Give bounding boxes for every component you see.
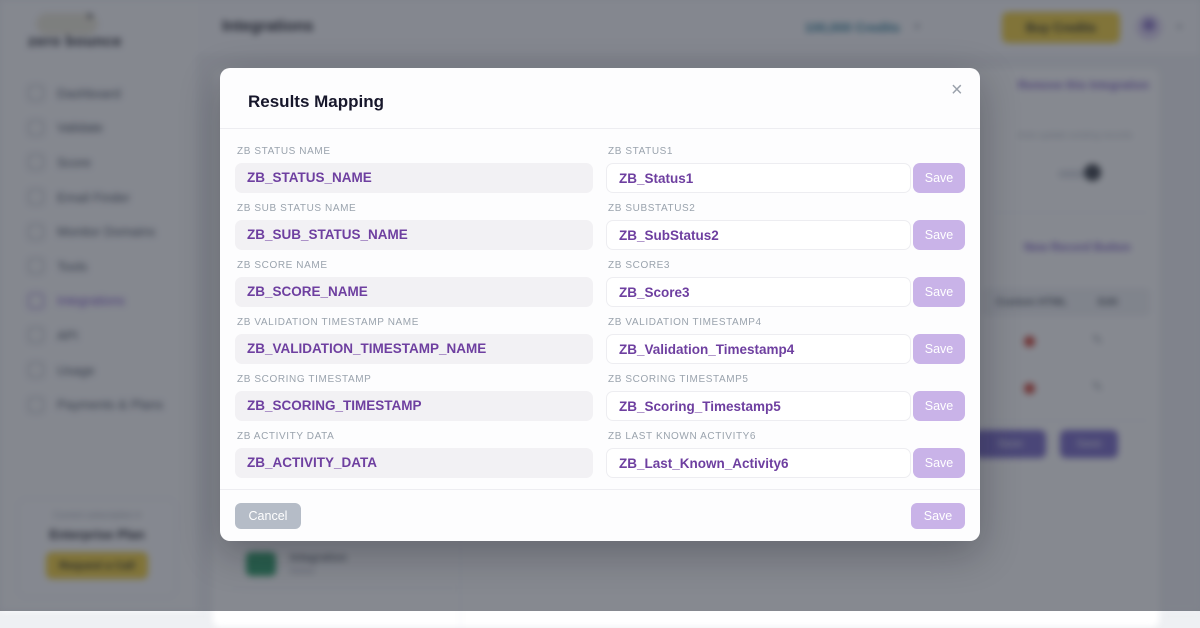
cancel-button[interactable]: Cancel — [235, 503, 301, 529]
field-label: ZB SCORING TIMESTAMP — [237, 374, 593, 385]
row-save-button[interactable]: Save — [913, 220, 965, 250]
row-save-button[interactable]: Save — [913, 391, 965, 421]
results-mapping-modal: × Results Mapping ZB STATUS NAME ZB_STAT… — [220, 68, 980, 541]
close-icon[interactable]: × — [945, 79, 967, 101]
source-field-value: ZB_SCORE_NAME — [235, 277, 593, 307]
source-field-value: ZB_VALIDATION_TIMESTAMP_NAME — [235, 334, 593, 364]
mapping-target-field: ZB STATUS1 Save — [606, 146, 965, 193]
mapping-target-field: ZB SCORING TIMESTAMP5 Save — [606, 374, 965, 421]
target-field-input[interactable] — [606, 391, 911, 421]
row-save-button[interactable]: Save — [913, 448, 965, 478]
mapping-source-field: ZB ACTIVITY DATA ZB_ACTIVITY_DATA — [235, 431, 593, 478]
mapping-source-field: ZB SUB STATUS NAME ZB_SUB_STATUS_NAME — [235, 203, 593, 250]
mapping-source-field: ZB SCORE NAME ZB_SCORE_NAME — [235, 260, 593, 307]
mapping-target-field: ZB SCORE3 Save — [606, 260, 965, 307]
target-field-input[interactable] — [606, 448, 911, 478]
row-save-button[interactable]: Save — [913, 277, 965, 307]
modal-title: Results Mapping — [248, 92, 384, 111]
target-field-input[interactable] — [606, 334, 911, 364]
target-field-input[interactable] — [606, 220, 911, 250]
target-field-input[interactable] — [606, 277, 911, 307]
save-button[interactable]: Save — [911, 503, 965, 529]
field-label: ZB STATUS1 — [608, 146, 965, 157]
row-save-button[interactable]: Save — [913, 163, 965, 193]
mapping-target-field: ZB VALIDATION TIMESTAMP4 Save — [606, 317, 965, 364]
modal-footer: Cancel Save — [220, 489, 980, 541]
mapping-source-field: ZB VALIDATION TIMESTAMP NAME ZB_VALIDATI… — [235, 317, 593, 364]
mapping-target-field: ZB SUBSTATUS2 Save — [606, 203, 965, 250]
field-label: ZB SCORE3 — [608, 260, 965, 271]
field-label: ZB VALIDATION TIMESTAMP4 — [608, 317, 965, 328]
mapping-source-field: ZB SCORING TIMESTAMP ZB_SCORING_TIMESTAM… — [235, 374, 593, 421]
source-field-value: ZB_STATUS_NAME — [235, 163, 593, 193]
field-label: ZB SCORE NAME — [237, 260, 593, 271]
source-field-value: ZB_ACTIVITY_DATA — [235, 448, 593, 478]
field-label: ZB STATUS NAME — [237, 146, 593, 157]
mapping-target-field: ZB LAST KNOWN ACTIVITY6 Save — [606, 431, 965, 478]
field-label: ZB VALIDATION TIMESTAMP NAME — [237, 317, 593, 328]
field-label: ZB SCORING TIMESTAMP5 — [608, 374, 965, 385]
row-save-button[interactable]: Save — [913, 334, 965, 364]
target-field-input[interactable] — [606, 163, 911, 193]
field-label: ZB LAST KNOWN ACTIVITY6 — [608, 431, 965, 442]
field-label: ZB ACTIVITY DATA — [237, 431, 593, 442]
source-field-value: ZB_SUB_STATUS_NAME — [235, 220, 593, 250]
field-label: ZB SUB STATUS NAME — [237, 203, 593, 214]
mapping-grid: ZB STATUS NAME ZB_STATUS_NAME ZB STATUS1… — [220, 129, 980, 488]
field-label: ZB SUBSTATUS2 — [608, 203, 965, 214]
mapping-source-field: ZB STATUS NAME ZB_STATUS_NAME — [235, 146, 593, 193]
source-field-value: ZB_SCORING_TIMESTAMP — [235, 391, 593, 421]
